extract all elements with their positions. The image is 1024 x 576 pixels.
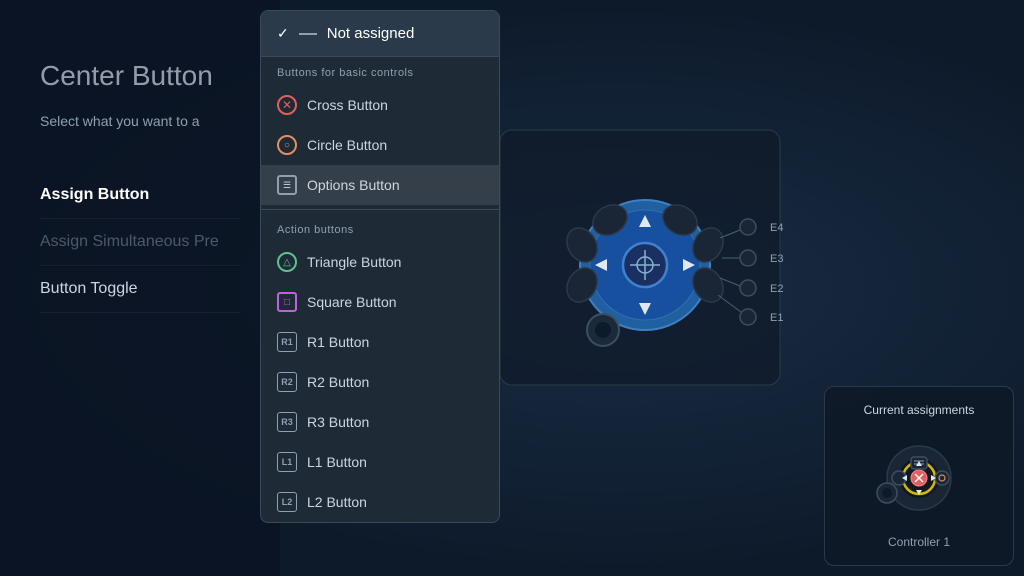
cross-button-icon: ✕ xyxy=(277,95,297,115)
options-button-label: Options Button xyxy=(307,177,400,193)
menu-item-assign-button[interactable]: Assign Button xyxy=(40,172,240,219)
r1-badge: R1 xyxy=(277,332,297,352)
square-button-icon: □ xyxy=(277,292,297,312)
svg-text:E4: E4 xyxy=(770,222,783,234)
mini-controller-svg xyxy=(854,433,984,523)
section-label-basic: Buttons for basic controls xyxy=(261,57,499,85)
menu-item-button-toggle[interactable]: Button Toggle xyxy=(40,266,240,313)
page-title: Center Button xyxy=(40,60,240,92)
dropdown-selected-item[interactable]: ✓ Not assigned xyxy=(261,11,499,57)
section-divider xyxy=(261,209,499,210)
dash-icon xyxy=(299,33,317,35)
check-icon: ✓ xyxy=(277,25,289,42)
cross-button-label: Cross Button xyxy=(307,97,388,113)
select-description: Select what you want to a xyxy=(40,112,240,132)
controller-display: E4 E3 E2 E1 xyxy=(490,120,800,400)
section-label-action: Action buttons xyxy=(261,214,499,242)
dropdown-item-square[interactable]: □ Square Button xyxy=(261,282,499,322)
dropdown-item-triangle[interactable]: △ Triangle Button xyxy=(261,242,499,282)
options-button-icon: ☰ xyxy=(277,175,297,195)
menu-item-assign-simultaneous: Assign Simultaneous Pre xyxy=(40,219,240,266)
l2-button-label: L2 Button xyxy=(307,494,367,510)
dropdown-selected-label: Not assigned xyxy=(327,25,415,42)
l1-button-label: L1 Button xyxy=(307,454,367,470)
r2-badge: R2 xyxy=(277,372,297,392)
dropdown-item-r1[interactable]: R1 R1 Button xyxy=(261,322,499,362)
triangle-button-label: Triangle Button xyxy=(307,254,401,270)
svg-text:E2: E2 xyxy=(770,283,783,295)
dropdown-item-circle[interactable]: ○ Circle Button xyxy=(261,125,499,165)
current-assignments-title: Current assignments xyxy=(841,403,997,417)
dropdown-item-cross[interactable]: ✕ Cross Button xyxy=(261,85,499,125)
triangle-button-icon: △ xyxy=(277,252,297,272)
current-assignments-panel: Current assignments xyxy=(824,386,1014,566)
r3-button-label: R3 Button xyxy=(307,414,369,430)
r3-badge: R3 xyxy=(277,412,297,432)
dropdown-item-l1[interactable]: L1 L1 Button xyxy=(261,442,499,482)
dropdown-item-options[interactable]: ☰ Options Button xyxy=(261,165,499,205)
l1-badge: L1 xyxy=(277,452,297,472)
svg-text:E3: E3 xyxy=(770,253,783,265)
assignment-dropdown: ✓ Not assigned Buttons for basic control… xyxy=(260,10,500,523)
dropdown-item-l2[interactable]: L2 L2 Button xyxy=(261,482,499,522)
left-panel: Center Button Select what you want to a … xyxy=(0,0,280,576)
mini-controller-display xyxy=(854,433,984,523)
controller-label: Controller 1 xyxy=(841,535,997,549)
r1-button-label: R1 Button xyxy=(307,334,369,350)
l2-badge: L2 xyxy=(277,492,297,512)
r2-button-label: R2 Button xyxy=(307,374,369,390)
square-button-label: Square Button xyxy=(307,294,397,310)
dropdown-item-r3[interactable]: R3 R3 Button xyxy=(261,402,499,442)
dropdown-item-r2[interactable]: R2 R2 Button xyxy=(261,362,499,402)
controller-svg: E4 E3 E2 E1 xyxy=(490,120,800,400)
svg-text:E1: E1 xyxy=(770,312,783,324)
circle-button-icon: ○ xyxy=(277,135,297,155)
circle-button-label: Circle Button xyxy=(307,137,387,153)
